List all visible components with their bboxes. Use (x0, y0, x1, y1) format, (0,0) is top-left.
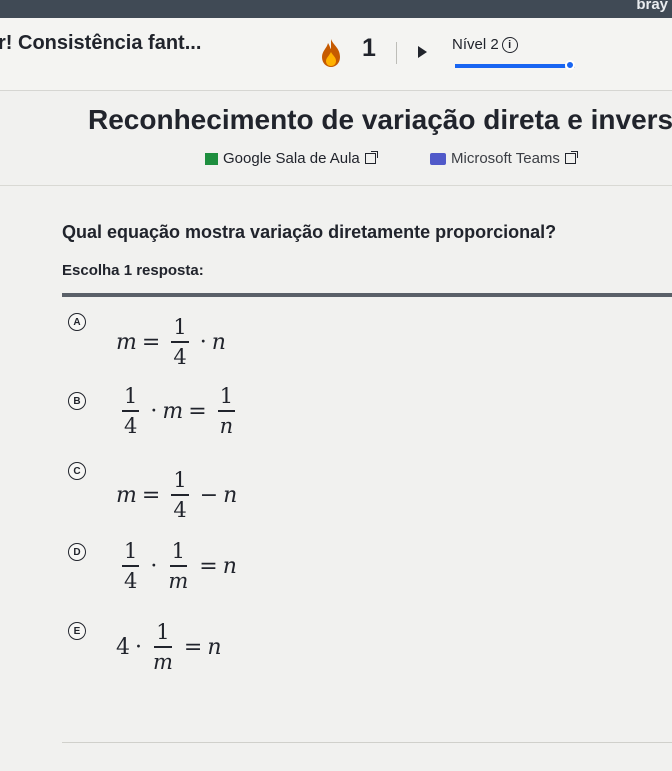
microsoft-teams-icon (430, 152, 446, 165)
choice-b-equation: 1 4 · m = 1 n (116, 384, 241, 438)
denominator: 4 (173, 345, 187, 369)
numerator: 1 (122, 539, 140, 567)
choice-a-letter[interactable]: A (68, 313, 86, 331)
fraction: 1 n (217, 384, 236, 438)
google-classroom-label: Google Sala de Aula (223, 150, 360, 167)
numerator: 1 (217, 384, 236, 412)
header-divider (396, 42, 397, 64)
question-text: Qual equação mostra variação diretamente… (62, 222, 557, 242)
answer-instruction: Escolha 1 resposta: (62, 262, 204, 279)
denominator: 4 (173, 498, 187, 522)
streak-flame-icon (322, 39, 340, 67)
numerator: 1 (171, 468, 189, 496)
exercise-heading: Reconhecimento de variação direta e inve… (88, 104, 672, 135)
fraction: 1 4 (171, 468, 189, 522)
section-divider (0, 185, 672, 186)
level-label: Nível 2 (452, 36, 499, 53)
variable: n (211, 329, 226, 355)
operator: · (199, 329, 207, 355)
fraction: 1 4 (171, 315, 189, 369)
level-indicator[interactable]: Nível 2i (452, 36, 518, 53)
microsoft-teams-label: Microsoft Teams (451, 150, 560, 167)
equals-sign: = (141, 482, 161, 508)
streak-count: 1 (362, 34, 376, 62)
choice-e-letter[interactable]: E (68, 622, 86, 640)
exercise-title[interactable]: r! Consistência fant... (0, 32, 201, 55)
variable: m (162, 398, 184, 424)
fraction: 1 m (168, 539, 188, 593)
denominator: n (219, 414, 234, 438)
variable: m (116, 329, 137, 355)
denominator: 4 (124, 414, 138, 438)
choice-c-letter[interactable]: C (68, 462, 86, 480)
numerator: 1 (122, 384, 140, 412)
microsoft-teams-link[interactable]: Microsoft Teams (430, 150, 578, 167)
google-classroom-icon (205, 152, 218, 165)
numerator: 1 (154, 620, 172, 648)
denominator: m (153, 650, 173, 674)
bottom-divider (62, 742, 672, 743)
equals-sign: = (199, 553, 218, 579)
choice-b-letter[interactable]: B (68, 392, 86, 410)
choice-d-equation: 1 4 · 1 m = n (116, 539, 237, 593)
equals-sign: = (188, 398, 207, 424)
equals-sign: = (141, 329, 161, 355)
operator: − (199, 482, 219, 508)
choice-e-equation: 4 · 1 m = n (116, 620, 222, 674)
fraction: 1 4 (122, 384, 140, 438)
question-divider (62, 293, 672, 297)
google-classroom-link[interactable]: Google Sala de Aula (205, 150, 378, 167)
operator: · (135, 634, 142, 660)
choice-d-letter[interactable]: D (68, 543, 86, 561)
level-progress-fill (455, 64, 566, 68)
variable: m (116, 482, 137, 508)
top-bar: bray (0, 0, 672, 18)
choice-c-equation: m = 1 4 − n (116, 468, 237, 522)
fraction: 1 m (153, 620, 173, 674)
variable: n (223, 482, 238, 508)
level-progress-marker (565, 60, 575, 70)
fraction: 1 4 (122, 539, 140, 593)
operator: · (150, 398, 158, 424)
numerator: 1 (169, 539, 188, 567)
equals-sign: = (183, 634, 203, 660)
info-icon[interactable]: i (501, 37, 518, 53)
brand-text: bray (636, 0, 668, 13)
choice-a-equation: m = 1 4 · n (116, 315, 226, 369)
external-link-icon (364, 151, 378, 164)
operator: · (150, 553, 158, 579)
numerator: 1 (171, 315, 189, 343)
coefficient: 4 (116, 634, 130, 660)
variable: n (222, 553, 237, 579)
denominator: 4 (124, 569, 138, 593)
level-progress-bar (455, 64, 575, 68)
variable: n (207, 634, 222, 660)
denominator: m (168, 569, 189, 593)
play-icon[interactable] (418, 46, 427, 58)
external-link-icon (564, 151, 578, 164)
